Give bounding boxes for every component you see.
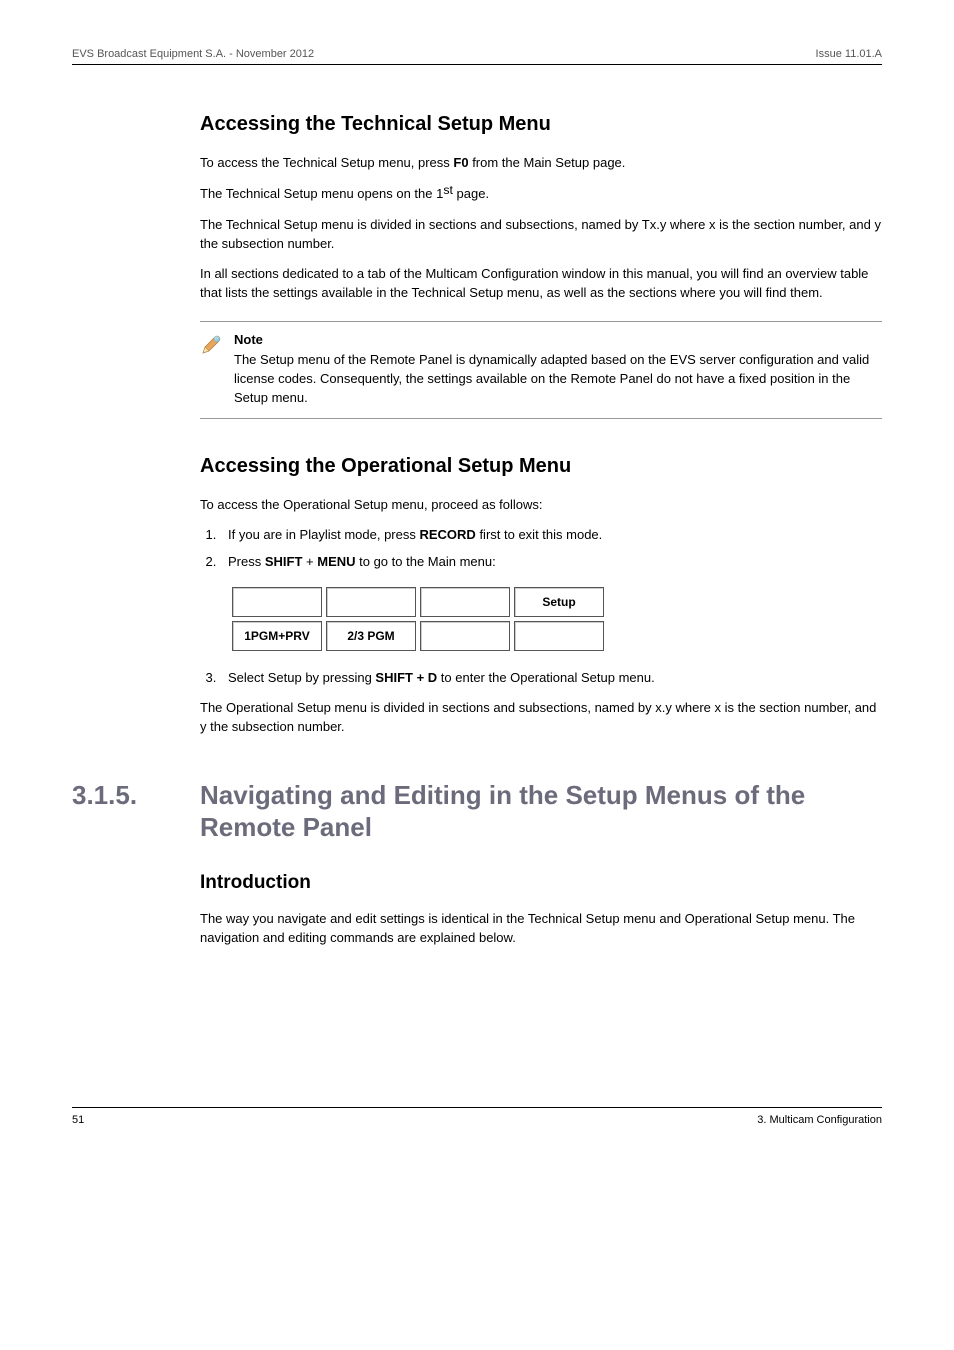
page-header: EVS Broadcast Equipment S.A. - November …	[72, 48, 882, 65]
page-footer: 51 3. Multicam Configuration	[72, 1107, 882, 1126]
note-text: Note The Setup menu of the Remote Panel …	[234, 332, 876, 408]
intro-content: Introduction The way you navigate and ed…	[200, 872, 882, 948]
pencil-icon	[200, 332, 224, 408]
op-closing: The Operational Setup menu is divided in…	[200, 699, 882, 737]
op-steps-cont: Select Setup by pressing SHIFT + D to en…	[200, 669, 882, 687]
page: EVS Broadcast Equipment S.A. - November …	[0, 0, 954, 1156]
menu-grid: Setup 1PGM+PRV 2/3 PGM	[228, 583, 608, 655]
header-left: EVS Broadcast Equipment S.A. - November …	[72, 48, 314, 60]
menu-cell: Setup	[514, 587, 604, 617]
section-number: 3.1.5.	[72, 780, 176, 811]
note-title: Note	[234, 332, 876, 347]
menu-cell	[420, 587, 510, 617]
intro-body: The way you navigate and edit settings i…	[200, 910, 882, 948]
intro-heading: Introduction	[200, 872, 882, 894]
menu-cell	[232, 587, 322, 617]
menu-cell	[326, 587, 416, 617]
tech-p1: To access the Technical Setup menu, pres…	[200, 154, 882, 173]
menu-cell	[514, 621, 604, 651]
tech-p3: The Technical Setup menu is divided in s…	[200, 216, 882, 254]
footer-page-number: 51	[72, 1114, 84, 1126]
menu-cell: 1PGM+PRV	[232, 621, 322, 651]
tech-p2: The Technical Setup menu opens on the 1s…	[200, 185, 882, 204]
note-box: Note The Setup menu of the Remote Panel …	[200, 321, 882, 419]
note-body: The Setup menu of the Remote Panel is dy…	[234, 351, 876, 408]
menu-cell	[420, 621, 510, 651]
op-steps: If you are in Playlist mode, press RECOR…	[200, 526, 882, 570]
section-title: Navigating and Editing in the Setup Menu…	[200, 779, 882, 844]
header-right: Issue 11.01.A	[816, 48, 882, 60]
op-step-2: Press SHIFT + MENU to go to the Main men…	[220, 553, 882, 571]
footer-section: 3. Multicam Configuration	[757, 1114, 882, 1126]
tech-p4: In all sections dedicated to a tab of th…	[200, 265, 882, 303]
op-step-1: If you are in Playlist mode, press RECOR…	[220, 526, 882, 544]
op-intro: To access the Operational Setup menu, pr…	[200, 496, 882, 515]
content-area: Accessing the Technical Setup Menu To ac…	[200, 113, 882, 737]
menu-cell: 2/3 PGM	[326, 621, 416, 651]
tech-heading: Accessing the Technical Setup Menu	[200, 113, 882, 136]
op-step-3: Select Setup by pressing SHIFT + D to en…	[220, 669, 882, 687]
section-header: 3.1.5. Navigating and Editing in the Set…	[72, 779, 882, 844]
op-heading: Accessing the Operational Setup Menu	[200, 455, 882, 478]
